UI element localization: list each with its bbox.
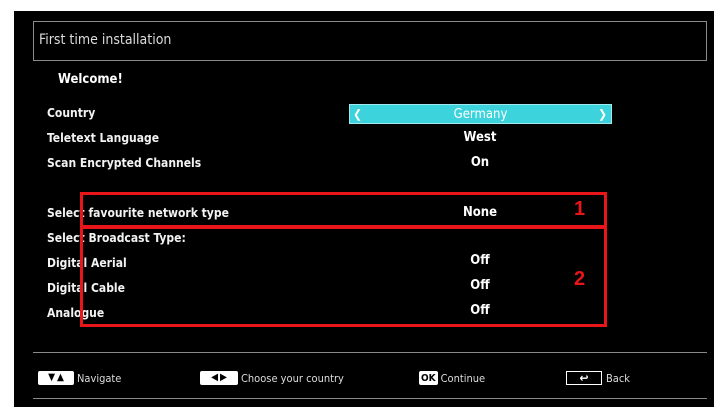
country-value: Germany [453, 107, 508, 122]
country-select[interactable]: ❮ Germany ❯ [349, 104, 612, 124]
up-down-keys-icon: ▼ ▲ [38, 371, 74, 385]
footer-continue[interactable]: OK Continue [419, 369, 485, 387]
footer-choose-country: ◀ ▶ Choose your country [200, 369, 344, 387]
footer-continue-label: Continue [440, 371, 486, 385]
footer-choose-label: Choose your country [241, 371, 344, 385]
footer-back[interactable]: ↩ Back [566, 369, 630, 387]
arrow-right-icon[interactable]: ❯ [598, 107, 607, 121]
footer-navigate-label: Navigate [77, 371, 122, 385]
scan-encrypted-value[interactable]: On [430, 155, 530, 170]
welcome-heading: Welcome! [58, 72, 123, 87]
back-key-icon: ↩ [566, 371, 602, 385]
bottom-divider [33, 398, 707, 399]
annotation-number-1: 1 [574, 198, 586, 220]
footer-navigate: ▼ ▲ Navigate [38, 369, 121, 387]
ok-key-icon: OK [419, 371, 438, 385]
country-label: Country [47, 106, 96, 120]
page-title: First time installation [39, 32, 172, 48]
footer-divider [33, 352, 707, 353]
footer-back-label: Back [606, 371, 631, 385]
annotation-box-1 [80, 192, 607, 228]
teletext-language-label: Teletext Language [47, 131, 160, 145]
teletext-language-value[interactable]: West [430, 130, 530, 145]
annotation-number-2: 2 [574, 268, 586, 290]
annotation-box-2 [80, 226, 607, 327]
scan-encrypted-label: Scan Encrypted Channels [47, 156, 202, 170]
left-right-keys-icon: ◀ ▶ [200, 371, 238, 385]
